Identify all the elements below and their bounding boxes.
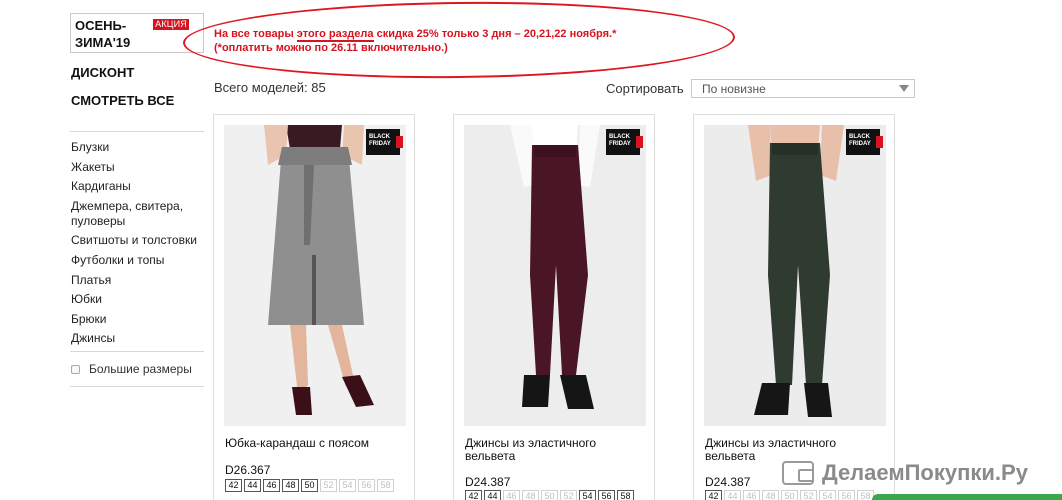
size-option: 46 bbox=[503, 490, 520, 500]
sale-badge: АКЦИЯ bbox=[153, 19, 189, 30]
size-option: 48 bbox=[762, 490, 779, 500]
category-item[interactable]: Джинсы bbox=[71, 331, 203, 346]
promo-highlight: этого раздела bbox=[296, 28, 374, 42]
black-friday-badge: BLACK FRIDAY bbox=[606, 129, 643, 155]
product-name[interactable]: Юбка-карандаш с поясом bbox=[225, 437, 405, 450]
promo-text-end: скидка 25% только 3 дня – 20,21,22 ноябр… bbox=[373, 28, 617, 40]
plus-sizes-label: Большие размеры bbox=[89, 362, 192, 376]
product-card[interactable]: BLACK FRIDAY Юбка-карандаш с поясом D26.3… bbox=[213, 114, 415, 500]
size-list: 42 44 46 48 50 52 54 56 58 bbox=[705, 490, 895, 500]
promo-footnote: (*оплатить можно по 26.11 включительно.) bbox=[214, 42, 448, 54]
watermark: ДелаемПокупки.Ру bbox=[782, 460, 1028, 486]
product-price: D24.387 bbox=[465, 475, 511, 489]
size-option[interactable]: 42 bbox=[225, 479, 242, 492]
size-option[interactable]: 50 bbox=[301, 479, 318, 492]
size-option: 58 bbox=[377, 479, 394, 492]
sort-select[interactable]: По новизне bbox=[691, 79, 915, 98]
discount-link[interactable]: ДИСКОНТ bbox=[71, 65, 134, 80]
size-option[interactable]: 44 bbox=[244, 479, 261, 492]
category-item[interactable]: Блузки bbox=[71, 140, 203, 155]
category-item[interactable]: Жакеты bbox=[71, 160, 203, 175]
plus-sizes-filter[interactable]: Большие размеры bbox=[71, 362, 192, 376]
watermark-text: ДелаемПокупки.Ру bbox=[822, 460, 1028, 485]
bottom-bar bbox=[872, 494, 1062, 500]
product-image[interactable]: BLACK FRIDAY bbox=[704, 125, 886, 426]
category-item[interactable]: Платья bbox=[71, 273, 203, 288]
product-card[interactable]: BLACK FRIDAY Джинсы из эластичного вельве… bbox=[453, 114, 655, 500]
badge-line2: FRIDAY bbox=[369, 141, 391, 147]
size-option: 52 bbox=[560, 490, 577, 500]
sort-label: Сортировать bbox=[606, 81, 684, 96]
size-list: 42 44 46 48 50 52 54 56 58 bbox=[225, 479, 415, 492]
product-price: D24.387 bbox=[705, 475, 751, 489]
product-image[interactable]: BLACK FRIDAY bbox=[224, 125, 406, 426]
category-item[interactable]: Кардиганы bbox=[71, 179, 203, 194]
badge-line1: BLACK bbox=[369, 134, 390, 140]
size-option: 56 bbox=[838, 490, 855, 500]
divider bbox=[70, 131, 204, 132]
size-option: 56 bbox=[358, 479, 375, 492]
category-item[interactable]: Джемпера, свитера, пуловеры bbox=[71, 199, 203, 229]
product-price: D26.367 bbox=[225, 463, 271, 477]
category-item[interactable]: Свитшоты и толстовки bbox=[71, 233, 203, 248]
size-option: 52 bbox=[320, 479, 337, 492]
size-option[interactable]: 54 bbox=[579, 490, 596, 500]
plus-sizes-checkbox[interactable] bbox=[71, 364, 80, 374]
size-option[interactable]: 46 bbox=[263, 479, 280, 492]
category-item[interactable]: Футболки и топы bbox=[71, 253, 203, 268]
product-card[interactable]: BLACK FRIDAY Джинсы из эластичного вельве… bbox=[693, 114, 895, 500]
size-option[interactable]: 56 bbox=[598, 490, 615, 500]
black-friday-badge: BLACK FRIDAY bbox=[846, 129, 883, 155]
size-option: 50 bbox=[781, 490, 798, 500]
badge-line1: BLACK bbox=[849, 134, 870, 140]
badge-line2: FRIDAY bbox=[609, 141, 631, 147]
size-list: 42 44 46 48 50 52 54 56 58 bbox=[465, 490, 655, 500]
divider bbox=[70, 351, 204, 352]
size-option[interactable]: 48 bbox=[282, 479, 299, 492]
see-all-link[interactable]: СМОТРЕТЬ ВСЕ bbox=[71, 93, 174, 108]
promo-text: На все товары этого раздела скидка 25% т… bbox=[214, 27, 714, 55]
size-option: 48 bbox=[522, 490, 539, 500]
size-option: 54 bbox=[339, 479, 356, 492]
category-item[interactable]: Брюки bbox=[71, 312, 203, 327]
divider bbox=[70, 386, 204, 387]
size-option: 52 bbox=[800, 490, 817, 500]
product-image[interactable]: BLACK FRIDAY bbox=[464, 125, 646, 426]
category-list: Блузки Жакеты Кардиганы Джемпера, свитер… bbox=[71, 140, 203, 351]
promo-text-start: На все товары bbox=[214, 28, 297, 40]
size-option[interactable]: 42 bbox=[465, 490, 482, 500]
size-option[interactable]: 44 bbox=[484, 490, 501, 500]
size-option[interactable]: 42 bbox=[705, 490, 722, 500]
badge-line1: BLACK bbox=[609, 134, 630, 140]
size-option[interactable]: 58 bbox=[617, 490, 634, 500]
size-option: 50 bbox=[541, 490, 558, 500]
black-friday-badge: BLACK FRIDAY bbox=[366, 129, 403, 155]
total-count: Всего моделей: 85 bbox=[214, 80, 326, 95]
size-option: 46 bbox=[743, 490, 760, 500]
size-option: 44 bbox=[724, 490, 741, 500]
badge-line2: FRIDAY bbox=[849, 141, 871, 147]
category-item[interactable]: Юбки bbox=[71, 292, 203, 307]
wallet-icon bbox=[782, 461, 814, 485]
product-name[interactable]: Джинсы из эластичного вельвета bbox=[465, 437, 645, 463]
sort-value: По новизне bbox=[702, 82, 766, 96]
season-title: ОСЕНЬ-ЗИМА'19 bbox=[75, 18, 131, 50]
size-option: 54 bbox=[819, 490, 836, 500]
chevron-down-icon bbox=[899, 85, 909, 92]
